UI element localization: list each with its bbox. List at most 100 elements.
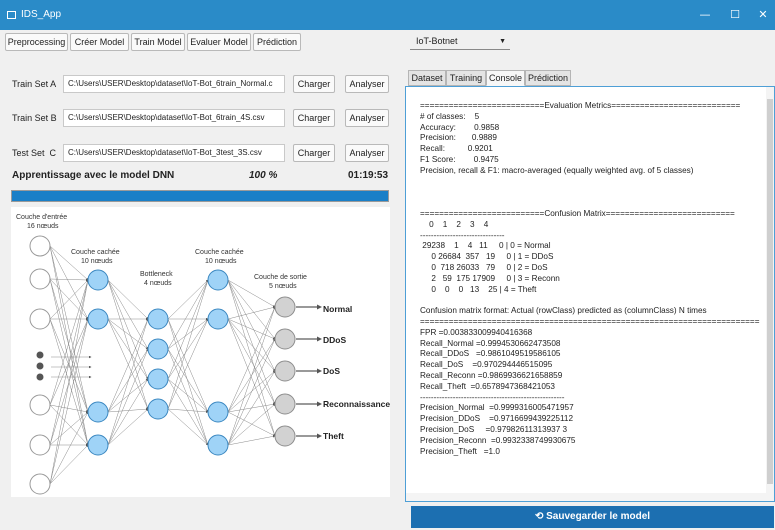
dataset-select[interactable]: IoT-Botnet ▼: [410, 33, 510, 50]
connection-edge: [49, 318, 89, 485]
connection-edge: [227, 370, 276, 446]
class-label-dos: DoS: [323, 366, 340, 376]
hidden2-layer-title: Couche cachée: [195, 249, 244, 256]
connection-edge: [227, 279, 276, 437]
training-time: 01:19:53: [348, 170, 389, 181]
connection-edge: [49, 278, 89, 282]
app-icon: [7, 11, 16, 19]
train-model-button[interactable]: Train Model: [131, 33, 185, 51]
console-vertical-scrollbar[interactable]: [766, 87, 774, 501]
tab-prediction[interactable]: Prédiction: [525, 70, 571, 86]
input-node: [29, 268, 51, 290]
output-node: [274, 328, 296, 350]
minimize-button[interactable]: —: [690, 5, 720, 25]
hidden1-layer-title: Couche cachée: [71, 249, 120, 256]
dataset-select-value: IoT-Botnet: [416, 36, 458, 46]
tab-dataset[interactable]: Dataset: [408, 70, 446, 86]
scrollbar-thumb[interactable]: [767, 99, 773, 484]
bottleneck-node: [147, 338, 169, 360]
class-label-theft: Theft: [323, 431, 344, 441]
connection-edge: [49, 279, 89, 485]
connection-edge: [107, 318, 149, 380]
train-set-b-analyze-button[interactable]: Analyser: [345, 109, 389, 127]
save-model-button[interactable]: ⟲ Sauvegarder le model: [411, 506, 774, 528]
hidden2-node: [207, 269, 229, 291]
hidden2-node: [207, 434, 229, 456]
ellipsis-dot: [36, 373, 44, 381]
output-node: [274, 360, 296, 382]
console-horizontal-scrollbar[interactable]: [406, 493, 774, 501]
train-set-a-analyze-button[interactable]: Analyser: [345, 75, 389, 93]
window-title: IDS_App: [21, 9, 62, 20]
train-set-b-path[interactable]: C:\Users\USER\Desktop\dataset\IoT-Bot_6t…: [63, 109, 285, 127]
connection-edge: [49, 245, 89, 320]
bottleneck-node: [147, 398, 169, 420]
bottleneck-node: [147, 368, 169, 390]
test-set-c-load-button[interactable]: Charger: [293, 144, 335, 162]
output-layer-title: Couche de sortie: [254, 274, 307, 281]
hidden1-layer-count: 10 nœuds: [81, 258, 113, 265]
train-set-a-label: Train Set A: [12, 79, 57, 89]
save-model-label: Sauvegarder le model: [546, 511, 651, 522]
class-label-reconnaissance: Reconnaissance: [323, 399, 390, 409]
ellipsis-dot: [36, 362, 44, 370]
console-output[interactable]: ==========================Evaluation Met…: [405, 86, 775, 502]
bottleneck-count: 4 nœuds: [144, 280, 172, 287]
train-set-b-load-button[interactable]: Charger: [293, 109, 335, 127]
connection-edge: [227, 279, 276, 405]
create-model-button[interactable]: Créer Model: [70, 33, 129, 51]
training-percent: 100 %: [249, 170, 278, 181]
tab-training[interactable]: Training: [446, 70, 486, 86]
connection-edge: [167, 318, 209, 380]
connection-edge: [107, 348, 149, 413]
training-progress-bar: [11, 190, 389, 202]
output-layer-count: 5 nœuds: [269, 283, 297, 290]
connection-edge: [227, 338, 276, 446]
console-text: ==========================Evaluation Met…: [420, 101, 760, 456]
hidden2-node: [207, 308, 229, 330]
input-node: [29, 308, 51, 330]
input-node: [29, 394, 51, 416]
connection-edge: [227, 435, 276, 446]
dropdown-arrow-icon: ▼: [499, 38, 506, 45]
class-label-normal: Normal: [323, 304, 352, 314]
test-set-c-label: Test Set C: [12, 148, 57, 158]
network-diagram-svg: Couche d'entrée 16 nœuds Couche cachée 1…: [16, 214, 390, 495]
connection-edge: [167, 318, 209, 446]
test-set-c-path[interactable]: C:\Users\USER\Desktop\dataset\IoT-Bot_3t…: [63, 144, 285, 162]
close-button[interactable]: ✕: [748, 5, 775, 25]
connection-edge: [227, 318, 276, 437]
connection-edge: [167, 279, 209, 350]
hidden1-node: [87, 401, 109, 423]
class-label-ddos: DDoS: [323, 335, 346, 345]
connection-edge: [167, 408, 209, 446]
input-layer-count: 16 nœuds: [27, 223, 59, 230]
connection-edge: [227, 306, 276, 320]
connection-edge: [167, 348, 209, 413]
input-node: [29, 473, 51, 495]
training-label: Apprentissage avec le model DNN: [12, 170, 175, 181]
train-set-a-path[interactable]: C:\Users\USER\Desktop\dataset\IoT-Bot_6t…: [63, 75, 285, 93]
connection-edge: [107, 408, 149, 446]
train-set-a-load-button[interactable]: Charger: [293, 75, 335, 93]
progress-fill: [12, 191, 388, 201]
connection-edge: [107, 378, 149, 446]
evaluate-model-button[interactable]: Evaluer Model: [187, 33, 251, 51]
input-layer-title: Couche d'entrée: [16, 214, 67, 221]
test-set-c-analyze-button[interactable]: Analyser: [345, 144, 389, 162]
connection-edge: [49, 318, 89, 413]
save-icon: ⟲: [534, 511, 544, 522]
tab-console[interactable]: Console: [486, 70, 525, 86]
connection-edge: [49, 411, 89, 485]
preprocessing-button[interactable]: Preprocessing: [5, 33, 68, 51]
connection-edge: [49, 444, 89, 485]
connection-edge: [227, 279, 276, 340]
maximize-button[interactable]: ☐: [720, 5, 750, 25]
connection-edge: [107, 318, 149, 446]
hidden2-node: [207, 401, 229, 423]
bottleneck-node: [147, 308, 169, 330]
prediction-button[interactable]: Prédiction: [253, 33, 301, 51]
connection-edge: [49, 411, 89, 446]
hidden1-node: [87, 269, 109, 291]
output-node: [274, 296, 296, 318]
